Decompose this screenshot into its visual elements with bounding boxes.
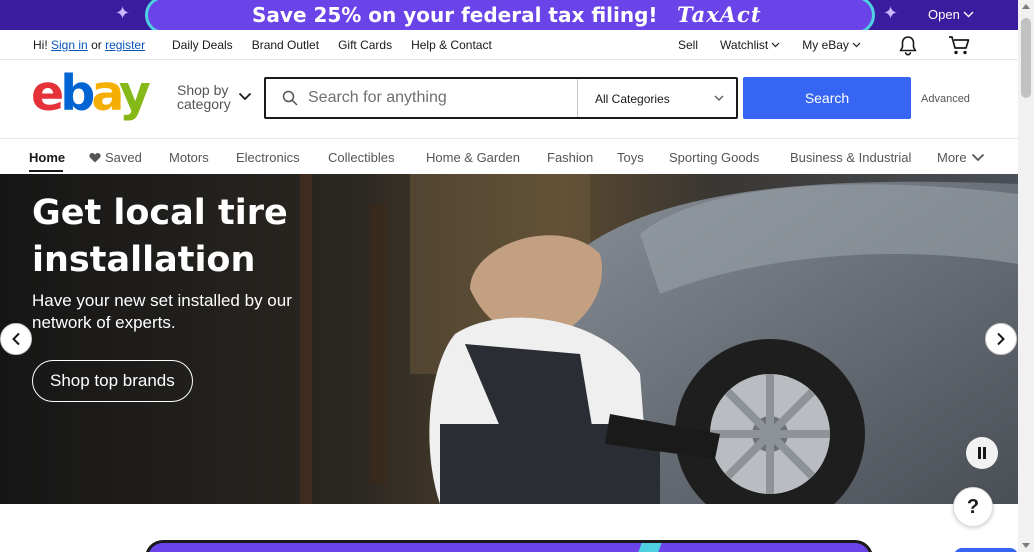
logo-letter-b: b: [60, 65, 95, 122]
chevron-left-icon: [12, 332, 20, 346]
category-select-value: All Categories: [595, 92, 670, 106]
tab-more-label: More: [937, 150, 967, 165]
heart-icon: [89, 152, 101, 163]
promo-headline: Save 25% on your federal tax filing!: [252, 3, 658, 27]
search-button[interactable]: Search: [743, 77, 911, 119]
chevron-down-icon: [714, 95, 724, 101]
category-nav: Home Saved Motors Electronics Collectibl…: [0, 140, 1018, 174]
sign-in-greeting: Hi! Sign in or register: [33, 38, 145, 52]
advanced-search-link[interactable]: Advanced: [921, 93, 970, 105]
search-bar: All Categories: [264, 77, 738, 119]
tab-fashion[interactable]: Fashion: [547, 150, 593, 165]
site-header: ebay Shop by category All Categories Sea…: [0, 61, 1018, 139]
ebay-logo[interactable]: ebay: [31, 69, 151, 118]
tab-label: Electronics: [236, 150, 300, 165]
tab-home-garden[interactable]: Home & Garden: [426, 150, 520, 165]
help-contact-link[interactable]: Help & Contact: [411, 38, 492, 52]
promo-brand-logo: TaxAct: [677, 2, 762, 27]
sell-label: Sell: [678, 38, 699, 52]
promo-stripe: [634, 543, 662, 552]
logo-letter-e: e: [31, 65, 64, 122]
scroll-down-icon[interactable]: [1022, 543, 1030, 548]
or-text: or: [91, 38, 102, 52]
help-icon: ?: [966, 495, 980, 518]
shop-by-category-button[interactable]: Shop by category: [177, 83, 231, 111]
cart-icon[interactable]: [947, 34, 971, 56]
pause-icon: [978, 447, 986, 459]
my-ebay-label: My eBay: [802, 38, 849, 52]
tab-home[interactable]: Home: [29, 150, 65, 165]
search-icon: [282, 90, 298, 106]
gift-cards-link[interactable]: Gift Cards: [338, 38, 392, 52]
hero-subtitle: Have your new set installed by our netwo…: [32, 291, 292, 332]
logo-letter-y: y: [118, 65, 151, 122]
top-utility-bar: Hi! Sign in or register Daily Deals Bran…: [0, 30, 1018, 60]
sell-link[interactable]: Sell: [678, 38, 698, 52]
active-tab-underline: [29, 170, 63, 172]
tab-label: Sporting Goods: [669, 150, 760, 165]
hero-carousel: Get local tire installation Have your ne…: [0, 174, 1018, 504]
promo-banner[interactable]: ✦ ✦ Save 25% on your federal tax filing!…: [0, 0, 1018, 30]
tab-label: Fashion: [547, 150, 594, 165]
tab-label: Business & Industrial: [790, 150, 912, 165]
carousel-pause-button[interactable]: [966, 437, 998, 469]
chevron-down-icon[interactable]: [238, 92, 252, 101]
tab-label: Motors: [169, 150, 209, 165]
sparkle-icon: ✦: [115, 3, 131, 23]
tab-saved[interactable]: Saved: [89, 150, 142, 165]
tab-sporting-goods[interactable]: Sporting Goods: [669, 150, 759, 165]
watchlist-label: Watchlist: [720, 38, 769, 52]
promo-open-label: Open: [928, 7, 960, 22]
hero-title: Get local tire installation: [32, 193, 288, 280]
chevron-down-icon: [963, 11, 974, 18]
tab-more[interactable]: More: [937, 150, 985, 165]
chevron-down-icon: [971, 153, 984, 162]
tab-collectibles[interactable]: Collectibles: [328, 150, 394, 165]
tab-label: Home & Garden: [426, 150, 520, 165]
daily-deals-link[interactable]: Daily Deals: [172, 38, 233, 52]
topbar-account-links: Sell Watchlist My eBay: [678, 38, 883, 52]
greeting-text: Hi!: [33, 38, 48, 52]
chevron-down-icon: [771, 42, 780, 48]
next-promo-banner[interactable]: [145, 540, 873, 552]
carousel-next-button[interactable]: [985, 323, 1017, 355]
carousel-prev-button[interactable]: [0, 323, 32, 355]
help-button[interactable]: ?: [953, 487, 993, 527]
page-scrollbar[interactable]: [1018, 0, 1034, 552]
scrollbar-thumb[interactable]: [1021, 18, 1031, 98]
register-link[interactable]: register: [105, 38, 145, 52]
chevron-right-icon: [997, 332, 1005, 346]
scroll-up-icon[interactable]: [1022, 4, 1030, 9]
shop-by-category-line2: category: [177, 96, 231, 112]
shop-top-brands-button[interactable]: Shop top brands: [32, 360, 193, 402]
next-module-card[interactable]: [954, 548, 1018, 552]
tab-toys[interactable]: Toys: [617, 150, 644, 165]
logo-letter-a: a: [91, 65, 123, 122]
promo-open-button[interactable]: Open: [928, 7, 974, 22]
tab-label: Collectibles: [328, 150, 395, 165]
sparkle-icon: ✦: [883, 3, 899, 23]
tab-label: Toys: [617, 150, 644, 165]
tab-saved-label: Saved: [105, 150, 142, 165]
tab-motors[interactable]: Motors: [169, 150, 209, 165]
sign-in-link[interactable]: Sign in: [51, 38, 88, 52]
tab-business-industrial[interactable]: Business & Industrial: [790, 150, 911, 165]
tab-electronics[interactable]: Electronics: [236, 150, 300, 165]
search-input[interactable]: [308, 86, 568, 110]
my-ebay-menu[interactable]: My eBay: [802, 38, 861, 52]
category-select[interactable]: All Categories: [577, 79, 738, 117]
tab-home-label: Home: [29, 150, 66, 165]
brand-outlet-link[interactable]: Brand Outlet: [252, 38, 319, 52]
chevron-down-icon: [852, 42, 861, 48]
watchlist-menu[interactable]: Watchlist: [720, 38, 780, 52]
topbar-links: Daily Deals Brand Outlet Gift Cards Help…: [172, 38, 492, 52]
shop-by-category-line1: Shop by: [177, 82, 229, 98]
bell-icon[interactable]: [897, 34, 919, 56]
